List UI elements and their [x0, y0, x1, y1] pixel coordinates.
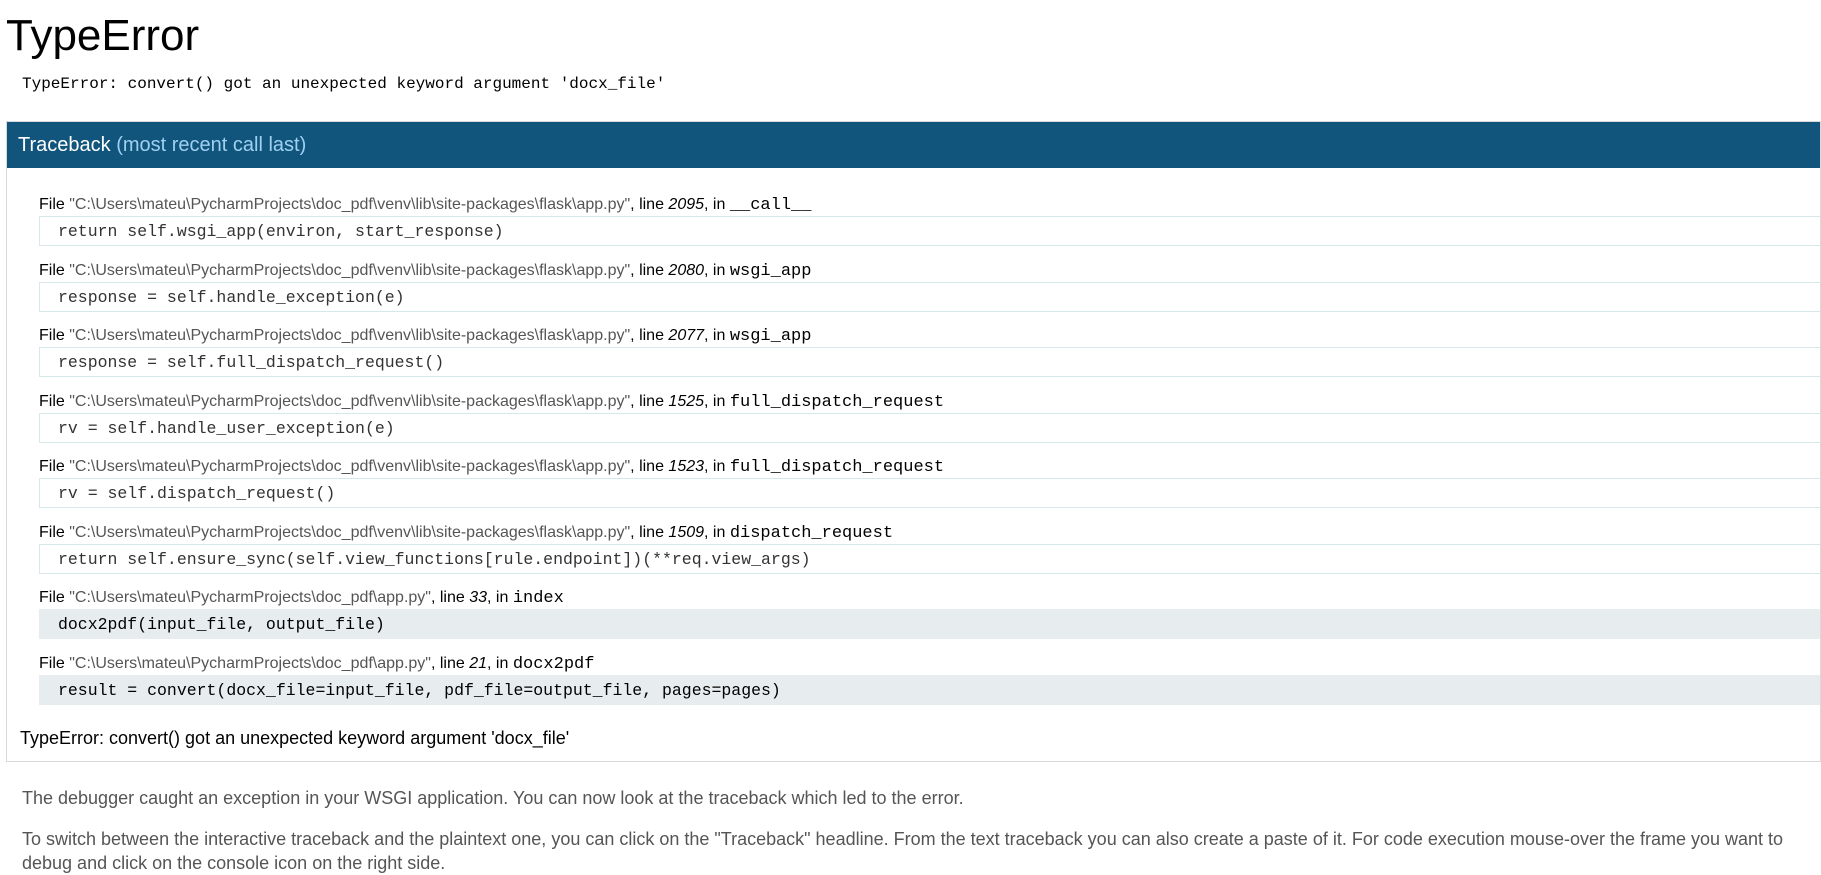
frame-in-label: , in [704, 392, 730, 410]
frame-file-label: File [39, 261, 70, 279]
frame-header: File "C:\Users\mateu\PycharmProjects\doc… [39, 194, 1820, 217]
frame-list: File "C:\Users\mateu\PycharmProjects\doc… [39, 194, 1820, 718]
frame-file-label: File [39, 327, 70, 344]
frame-in-label: , in [704, 523, 730, 541]
frame-in-label: , in [704, 458, 730, 475]
frame-code-line[interactable]: return self.wsgi_app(environ, start_resp… [39, 216, 1820, 246]
frame-lineno: 2095 [668, 196, 705, 213]
frame-header: File "C:\Users\mateu\PycharmProjects\doc… [39, 587, 1820, 610]
traceback-frame[interactable]: File "C:\Users\mateu\PycharmProjects\doc… [39, 260, 1820, 326]
frame-line-label: , line [630, 392, 669, 410]
frame-filename: "C:\Users\mateu\PycharmProjects\doc_pdf\… [69, 327, 631, 344]
frame-code-line[interactable]: result = convert(docx_file=input_file, p… [39, 674, 1820, 705]
frame-function: dispatch_request [729, 523, 894, 543]
frame-header: File "C:\Users\mateu\PycharmProjects\doc… [39, 456, 1820, 479]
frame-function: docx2pdf [512, 654, 595, 674]
frame-file-label: File [39, 523, 70, 541]
frame-line-label: , line [630, 327, 669, 344]
frame-file-label: File [39, 196, 70, 213]
traceback-frame[interactable]: File "C:\Users\mateu\PycharmProjects\doc… [39, 522, 1820, 588]
traceback-headline-sub: (most recent call last) [116, 134, 307, 156]
frame-lineno: 1509 [668, 523, 705, 541]
frame-code-line[interactable]: response = self.handle_exception(e) [39, 281, 1820, 312]
frame-line-label: , line [430, 589, 470, 606]
frame-in-label: , in [704, 196, 730, 213]
frame-lineno: 21 [469, 654, 488, 672]
traceback-frame-app[interactable]: File "C:\Users\mateu\PycharmProjects\doc… [39, 587, 1820, 653]
traceback-frame[interactable]: File "C:\Users\mateu\PycharmProjects\doc… [39, 325, 1820, 391]
explanation-text: To switch between the interactive traceb… [22, 829, 1784, 873]
frame-filename: "C:\Users\mateu\PycharmProjects\doc_pdf\… [69, 654, 431, 672]
traceback-frame-app[interactable]: File "C:\Users\mateu\PycharmProjects\doc… [39, 653, 1820, 719]
frame-filename: "C:\Users\mateu\PycharmProjects\doc_pdf\… [69, 589, 431, 606]
frame-file-label: File [39, 654, 70, 672]
frame-filename: "C:\Users\mateu\PycharmProjects\doc_pdf\… [69, 196, 631, 213]
frame-function: wsgi_app [729, 261, 812, 281]
frame-line-label: , line [430, 654, 470, 672]
frame-lineno: 2080 [668, 261, 705, 279]
frame-line-label: , line [630, 523, 669, 541]
frame-code-line[interactable]: rv = self.handle_user_exception(e) [39, 412, 1820, 443]
frame-code-line[interactable]: return self.ensure_sync(self.view_functi… [39, 543, 1820, 574]
frame-header: File "C:\Users\mateu\PycharmProjects\doc… [39, 325, 1820, 348]
frame-in-label: , in [704, 261, 730, 279]
frame-header: File "C:\Users\mateu\PycharmProjects\doc… [39, 653, 1820, 676]
frame-lineno: 1523 [668, 458, 705, 475]
traceback-frame[interactable]: File "C:\Users\mateu\PycharmProjects\doc… [39, 194, 1820, 260]
frame-lineno: 1525 [668, 392, 705, 410]
traceback-headline[interactable]: Traceback (most recent call last) [7, 122, 1820, 168]
traceback-frame[interactable]: File "C:\Users\mateu\PycharmProjects\doc… [39, 456, 1820, 522]
frame-lineno: 33 [469, 589, 488, 606]
frame-file-label: File [39, 392, 70, 410]
frame-header: File "C:\Users\mateu\PycharmProjects\doc… [39, 391, 1820, 414]
error-summary: TypeError: convert() got an unexpected k… [22, 75, 666, 93]
frame-code-line[interactable]: response = self.full_dispatch_request() [39, 347, 1820, 377]
frame-file-label: File [39, 458, 70, 475]
frame-file-label: File [39, 589, 70, 606]
frame-function: full_dispatch_request [729, 392, 945, 412]
frame-line-label: , line [630, 458, 669, 475]
explanation-text: The debugger caught an exception in your… [22, 788, 964, 808]
frame-code-line[interactable]: docx2pdf(input_file, output_file) [39, 609, 1820, 639]
frame-line-label: , line [630, 261, 669, 279]
frame-in-label: , in [487, 589, 513, 606]
frame-line-label: , line [630, 196, 669, 213]
traceback-headline-label: Traceback [18, 134, 111, 156]
frame-header: File "C:\Users\mateu\PycharmProjects\doc… [39, 522, 1820, 545]
frame-function: __call__ [729, 196, 812, 215]
frame-filename: "C:\Users\mateu\PycharmProjects\doc_pdf\… [69, 392, 631, 410]
final-error-message: TypeError: convert() got an unexpected k… [20, 728, 570, 748]
frame-header: File "C:\Users\mateu\PycharmProjects\doc… [39, 260, 1820, 283]
traceback-frame[interactable]: File "C:\Users\mateu\PycharmProjects\doc… [39, 391, 1820, 457]
frame-in-label: , in [704, 327, 730, 344]
frame-filename: "C:\Users\mateu\PycharmProjects\doc_pdf\… [69, 261, 631, 279]
frame-function: wsgi_app [729, 327, 812, 346]
frame-function: full_dispatch_request [729, 458, 945, 477]
frame-function: index [512, 589, 564, 608]
page-title: TypeError [6, 11, 200, 60]
frame-code-line[interactable]: rv = self.dispatch_request() [39, 478, 1820, 508]
frame-in-label: , in [487, 654, 513, 672]
traceback-panel: Traceback (most recent call last) File "… [6, 121, 1821, 762]
frame-filename: "C:\Users\mateu\PycharmProjects\doc_pdf\… [69, 458, 631, 475]
frame-filename: "C:\Users\mateu\PycharmProjects\doc_pdf\… [69, 523, 631, 541]
frame-lineno: 2077 [668, 327, 705, 344]
